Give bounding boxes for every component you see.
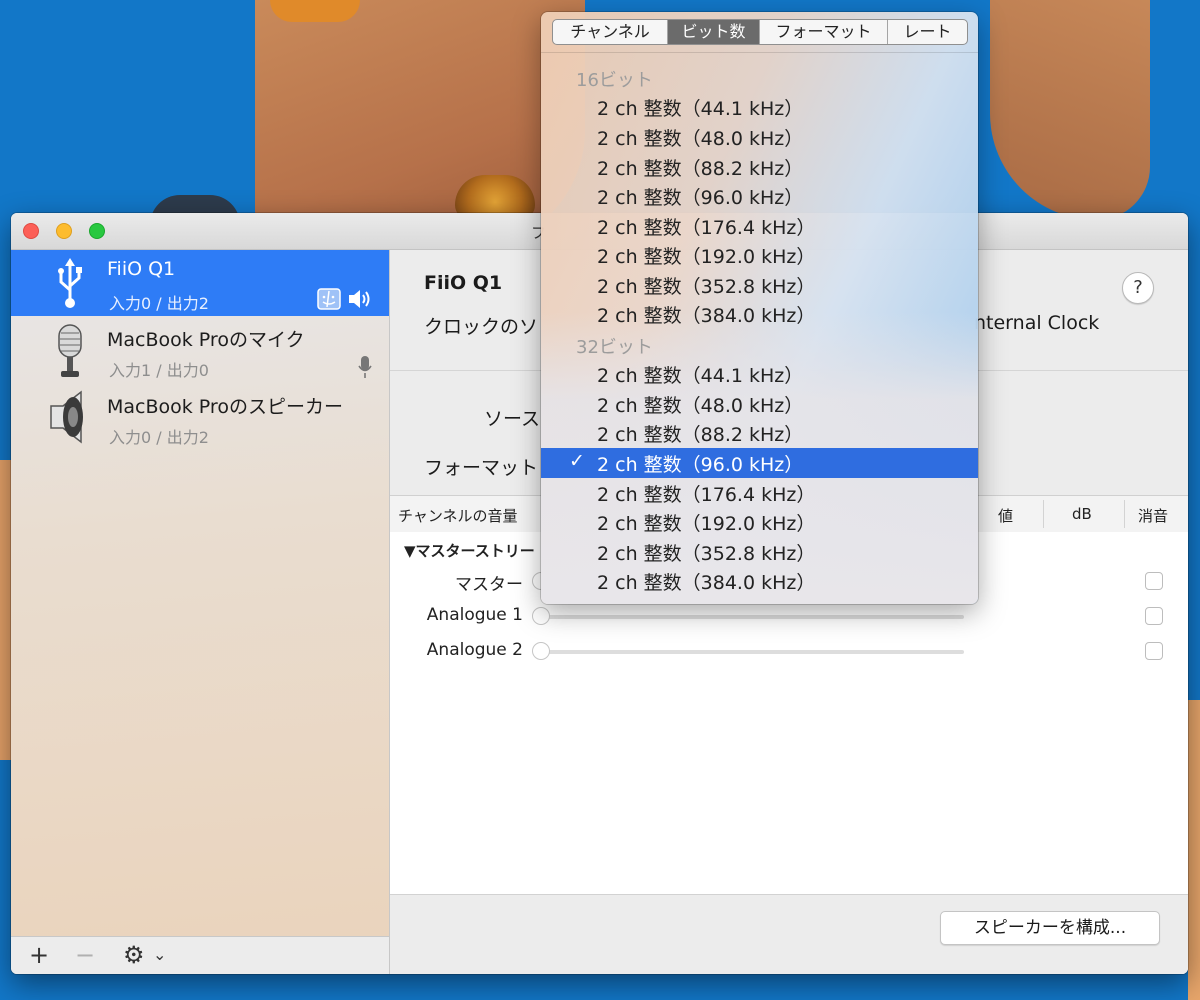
device-io: 入力0 / 出力2 [109, 294, 209, 313]
menu-item-label: 2 ch 整数（44.1 kHz） [597, 98, 804, 120]
device-name: FiiO Q1 [107, 258, 176, 280]
menu-item-label: 2 ch 整数（48.0 kHz） [597, 128, 804, 150]
device-item-macbook-speaker[interactable]: MacBook Proのスピーカー 入力0 / 出力2 [11, 384, 389, 450]
menu-item-32bit-44-1[interactable]: 2 ch 整数（44.1 kHz） [541, 359, 978, 389]
menu-item-32bit-192-0[interactable]: 2 ch 整数（192.0 kHz） [541, 507, 978, 537]
wallpaper-edge-right [1188, 700, 1200, 1000]
checkmark-icon: ✓ [569, 450, 585, 472]
clock-source-label: クロックのソ [424, 316, 539, 338]
bottom-bar: スピーカーを構成... [390, 894, 1188, 974]
add-device-button[interactable]: + [29, 941, 49, 969]
chevron-down-icon[interactable]: ⌄ [153, 945, 166, 964]
device-io: 入力0 / 出力2 [109, 428, 209, 447]
menu-item-16bit-352-8[interactable]: 2 ch 整数（352.8 kHz） [541, 270, 978, 300]
menu-item-label: 2 ch 整数（192.0 kHz） [597, 513, 816, 535]
menu-item-16bit-384-0[interactable]: 2 ch 整数（384.0 kHz） [541, 299, 978, 329]
menu-item-32bit-176-4[interactable]: 2 ch 整数（176.4 kHz） [541, 478, 978, 508]
format-category-tabs: チャンネル ビット数 フォーマット レート [552, 19, 968, 45]
zoom-button[interactable] [89, 223, 105, 239]
finder-icon [317, 288, 341, 314]
menu-item-32bit-384-0[interactable]: 2 ch 整数（384.0 kHz） [541, 566, 978, 596]
speaker-icon [47, 390, 93, 444]
channel-label: Analogue 2 [426, 640, 523, 660]
menu-item-32bit-88-2[interactable]: 2 ch 整数（88.2 kHz） [541, 418, 978, 448]
device-item-macbook-mic[interactable]: MacBook Proのマイク 入力1 / 出力0 [11, 317, 389, 383]
configure-speakers-button[interactable]: スピーカーを構成... [940, 911, 1160, 945]
menu-item-16bit-44-1[interactable]: 2 ch 整数（44.1 kHz） [541, 92, 978, 122]
remove-device-button[interactable]: − [75, 941, 95, 969]
menu-item-label: 2 ch 整数（44.1 kHz） [597, 365, 804, 387]
close-button[interactable] [23, 223, 39, 239]
menu-item-16bit-88-2[interactable]: 2 ch 整数（88.2 kHz） [541, 152, 978, 182]
channel-row-analogue-1: Analogue 1 [390, 601, 1188, 631]
menu-item-label: 2 ch 整数（384.0 kHz） [597, 572, 816, 594]
tab-channels[interactable]: チャンネル [553, 20, 668, 44]
menu-item-32bit-352-8[interactable]: 2 ch 整数（352.8 kHz） [541, 537, 978, 567]
gear-icon[interactable]: ⚙ [123, 941, 145, 969]
device-name: MacBook Proのスピーカー [107, 396, 343, 418]
menu-item-16bit-48-0[interactable]: 2 ch 整数（48.0 kHz） [541, 122, 978, 152]
device-badges [357, 355, 373, 383]
speaker-volume-icon [347, 288, 373, 314]
sidebar-footer: + − ⚙ ⌄ [11, 936, 389, 974]
wallpaper-hair-right [990, 0, 1150, 220]
device-item-fiio-q1[interactable]: FiiO Q1 入力0 / 出力2 [11, 250, 389, 316]
mute-checkbox[interactable] [1145, 572, 1163, 590]
volume-slider[interactable] [540, 650, 964, 654]
wallpaper-hairband [270, 0, 360, 22]
db-header: dB [1072, 505, 1092, 523]
microphone-badge-icon [357, 355, 373, 383]
menu-item-label: 2 ch 整数（352.8 kHz） [597, 276, 816, 298]
menu-item-16bit-176-4[interactable]: 2 ch 整数（176.4 kHz） [541, 211, 978, 241]
menu-item-32bit-48-0[interactable]: 2 ch 整数（48.0 kHz） [541, 389, 978, 419]
tab-rate[interactable]: レート [888, 20, 967, 44]
menu-item-16bit-96-0[interactable]: 2 ch 整数（96.0 kHz） [541, 181, 978, 211]
menu-item-label: 2 ch 整数（352.8 kHz） [597, 543, 816, 565]
group-header-16bit: 16ビット [576, 70, 653, 91]
device-io: 入力1 / 出力0 [109, 361, 209, 380]
clock-source-value[interactable]: nternal Clock [974, 312, 1099, 334]
menu-item-label: 2 ch 整数（48.0 kHz） [597, 395, 804, 417]
device-badges [317, 288, 373, 314]
menu-item-label: 2 ch 整数（96.0 kHz） [597, 454, 804, 476]
tab-bit-depth[interactable]: ビット数 [668, 20, 760, 44]
channel-label: マスター [455, 575, 523, 595]
menu-item-label: 2 ch 整数（88.2 kHz） [597, 424, 804, 446]
menu-item-label: 2 ch 整数（192.0 kHz） [597, 246, 816, 268]
menu-item-16bit-192-0[interactable]: 2 ch 整数（192.0 kHz） [541, 240, 978, 270]
value-header: 値 [998, 507, 1014, 525]
microphone-icon [47, 323, 93, 377]
source-label: ソース [484, 408, 541, 430]
menu-item-label: 2 ch 整数（96.0 kHz） [597, 187, 804, 209]
usb-icon [47, 256, 93, 310]
menu-item-label: 2 ch 整数（176.4 kHz） [597, 484, 816, 506]
format-label: フォーマット [424, 457, 539, 479]
device-sidebar: FiiO Q1 入力0 / 出力2 MacBook Proのマイク 入力1 / … [11, 250, 389, 936]
master-stream-row[interactable]: ▼マスターストリー [404, 540, 535, 561]
menu-item-label: 2 ch 整数（176.4 kHz） [597, 217, 816, 239]
group-header-32bit: 32ビット [576, 337, 653, 358]
device-name: MacBook Proのマイク [107, 329, 305, 351]
menu-item-label: 2 ch 整数（88.2 kHz） [597, 158, 804, 180]
volume-slider-knob[interactable] [532, 607, 550, 625]
channel-volume-header: チャンネルの音量 [398, 507, 518, 525]
device-title: FiiO Q1 [424, 272, 503, 294]
format-popup-menu: チャンネル ビット数 フォーマット レート 16ビット 2 ch 整数（44.1… [541, 12, 978, 604]
channel-row-analogue-2: Analogue 2 [390, 636, 1188, 666]
mute-checkbox[interactable] [1145, 642, 1163, 660]
tab-format[interactable]: フォーマット [760, 20, 888, 44]
channel-label: Analogue 1 [426, 605, 523, 625]
mute-checkbox[interactable] [1145, 607, 1163, 625]
menu-item-label: 2 ch 整数（384.0 kHz） [597, 305, 816, 327]
minimize-button[interactable] [56, 223, 72, 239]
help-button[interactable]: ? [1122, 272, 1154, 304]
menu-item-32bit-96-0[interactable]: ✓ 2 ch 整数（96.0 kHz） [541, 448, 978, 478]
mute-header: 消音 [1138, 507, 1169, 525]
volume-slider[interactable] [540, 615, 964, 619]
volume-slider-knob[interactable] [532, 642, 550, 660]
